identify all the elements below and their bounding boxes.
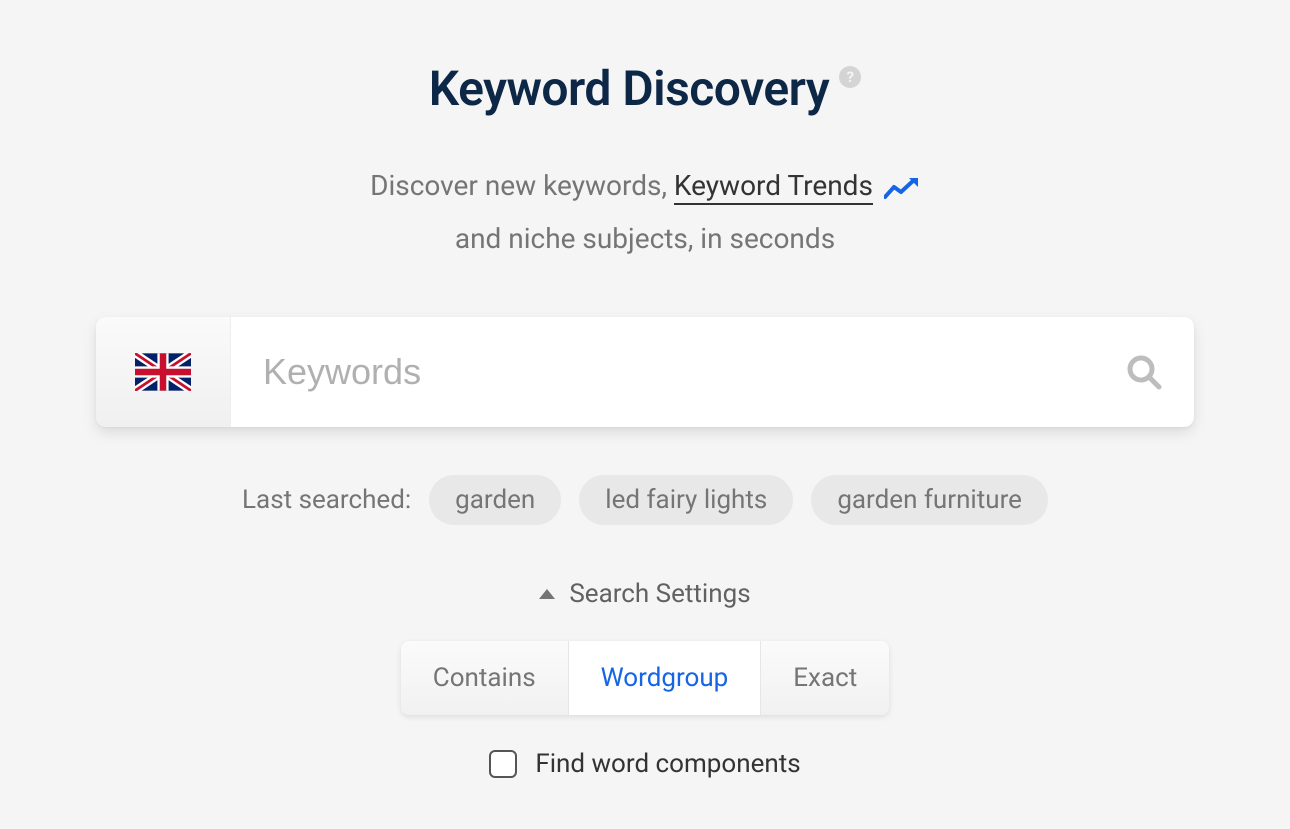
help-icon[interactable]: ? xyxy=(839,66,861,88)
country-selector[interactable] xyxy=(96,317,231,427)
find-word-components-checkbox[interactable] xyxy=(489,750,517,778)
page-title: Keyword Discovery xyxy=(429,60,829,117)
last-searched-chip[interactable]: garden furniture xyxy=(811,475,1048,525)
caret-up-icon xyxy=(539,589,555,599)
subtitle: Discover new keywords, Keyword Trends an… xyxy=(0,159,1290,265)
tab-exact[interactable]: Exact xyxy=(761,641,889,715)
search-button[interactable] xyxy=(1094,317,1194,427)
find-word-components-label: Find word components xyxy=(535,749,800,779)
last-searched-chip[interactable]: garden xyxy=(429,475,561,525)
find-word-components-row: Find word components xyxy=(0,749,1290,779)
search-settings-label: Search Settings xyxy=(569,579,750,609)
tab-contains[interactable]: Contains xyxy=(401,641,569,715)
search-bar xyxy=(96,317,1194,427)
uk-flag-icon xyxy=(135,353,191,391)
keyword-search-input[interactable] xyxy=(231,317,1094,427)
trend-up-icon xyxy=(884,177,920,199)
search-settings-toggle[interactable]: Search Settings xyxy=(539,579,750,609)
last-searched-row: Last searched: garden led fairy lights g… xyxy=(0,475,1290,525)
tab-wordgroup[interactable]: Wordgroup xyxy=(569,641,762,715)
last-searched-label: Last searched: xyxy=(242,485,411,515)
keyword-trends-link[interactable]: Keyword Trends xyxy=(674,169,873,205)
match-type-tabs: Contains Wordgroup Exact xyxy=(401,641,889,715)
search-icon xyxy=(1126,354,1162,390)
subtitle-part2: and niche subjects, in seconds xyxy=(455,222,835,255)
subtitle-part1: Discover new keywords, xyxy=(370,169,674,202)
last-searched-chip[interactable]: led fairy lights xyxy=(579,475,793,525)
